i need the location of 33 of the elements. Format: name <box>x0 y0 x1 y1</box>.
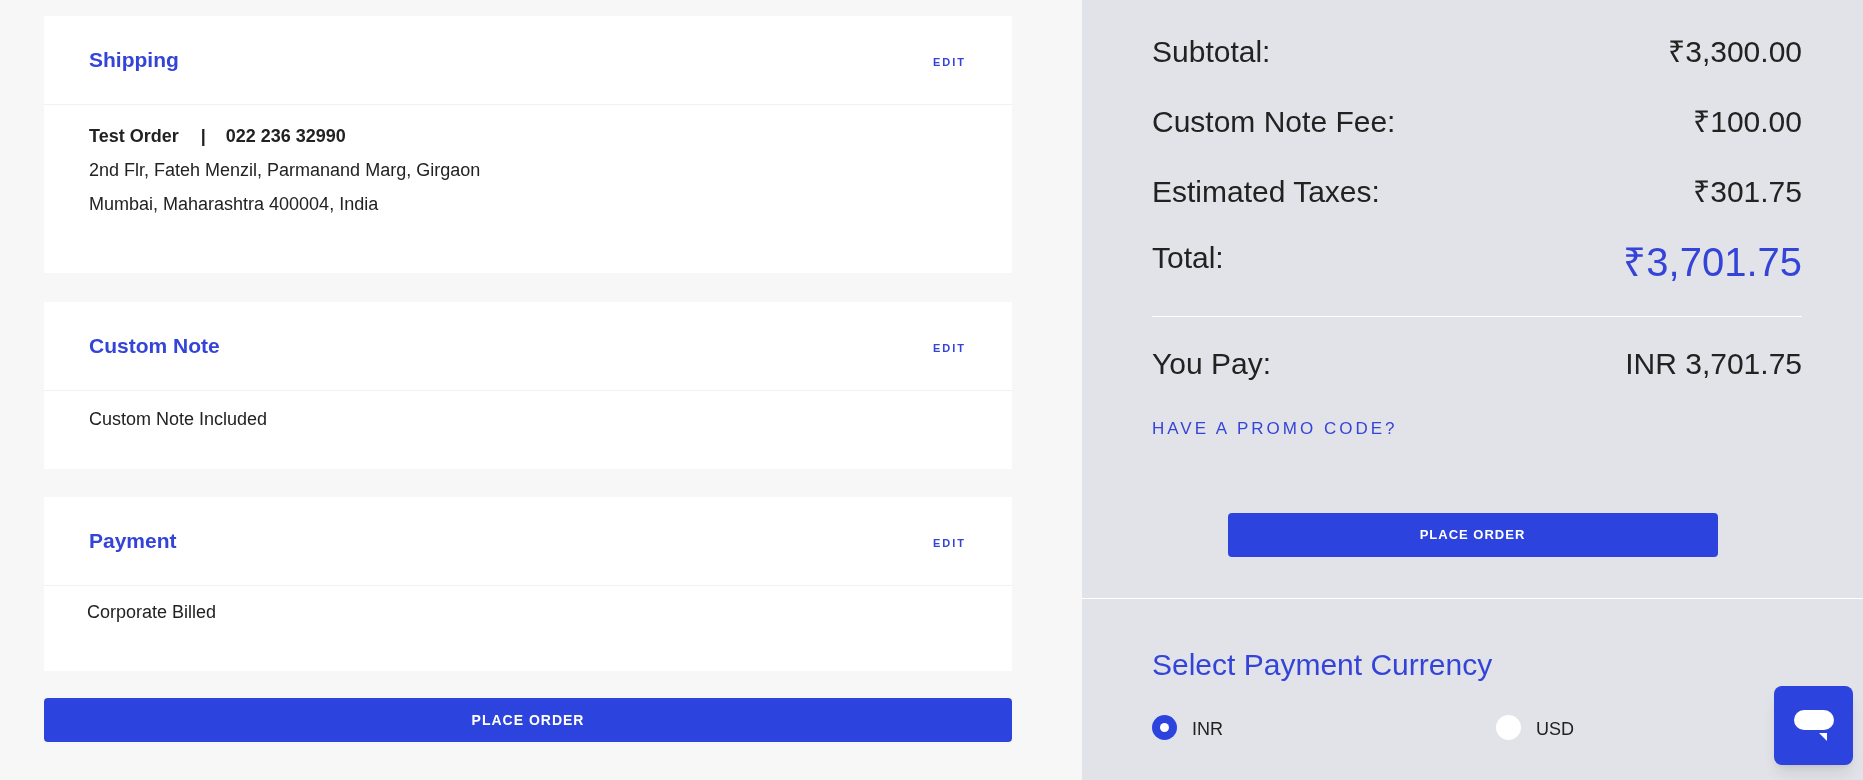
separator: | <box>200 125 206 148</box>
summary-label: Subtotal: <box>1152 34 1271 70</box>
section-text: Corporate Billed <box>87 601 217 624</box>
chat-button[interactable] <box>1774 686 1853 765</box>
total-value: ₹3,701.75 <box>1623 239 1802 285</box>
section-title: Shipping <box>89 47 179 73</box>
contact-name: Test Order <box>89 125 179 148</box>
section-title: Payment <box>89 528 177 554</box>
promo-code-link[interactable]: HAVE A PROMO CODE? <box>1152 417 1398 441</box>
radio-button[interactable] <box>1152 715 1177 740</box>
summary-value: ₹100.00 <box>1693 104 1802 140</box>
total-label: Total: <box>1152 240 1224 276</box>
chat-icon <box>1793 710 1834 741</box>
summary-label: Estimated Taxes: <box>1152 174 1380 210</box>
radio-label[interactable]: INR <box>1192 717 1223 740</box>
radio-label[interactable]: USD <box>1536 717 1574 740</box>
edit-link[interactable]: EDIT <box>932 55 966 69</box>
summary-value: ₹3,300.00 <box>1668 34 1802 70</box>
summary-value: ₹301.75 <box>1693 174 1802 210</box>
you-pay-value: INR 3,701.75 <box>1625 346 1802 382</box>
you-pay-label: You Pay: <box>1152 346 1271 382</box>
address-line: Mumbai, Maharashtra 400004, India <box>89 193 379 216</box>
address-line: 2nd Flr, Fateh Menzil, Parmanand Marg, Girgaon <box>89 159 481 182</box>
place-order-button[interactable]: PLACE ORDER <box>1227 513 1718 557</box>
radio-button[interactable] <box>1496 715 1521 740</box>
section-title: Custom Note <box>89 333 220 359</box>
edit-link[interactable]: EDIT <box>932 341 966 355</box>
summary-label: Custom Note Fee: <box>1152 104 1396 140</box>
currency-title: Select Payment Currency <box>1152 647 1493 683</box>
edit-link[interactable]: EDIT <box>932 536 966 550</box>
phone-number: 022 236 32990 <box>225 125 346 148</box>
place-order-button[interactable]: PLACE ORDER <box>44 698 1012 742</box>
section-text: Custom Note Included <box>89 408 268 431</box>
